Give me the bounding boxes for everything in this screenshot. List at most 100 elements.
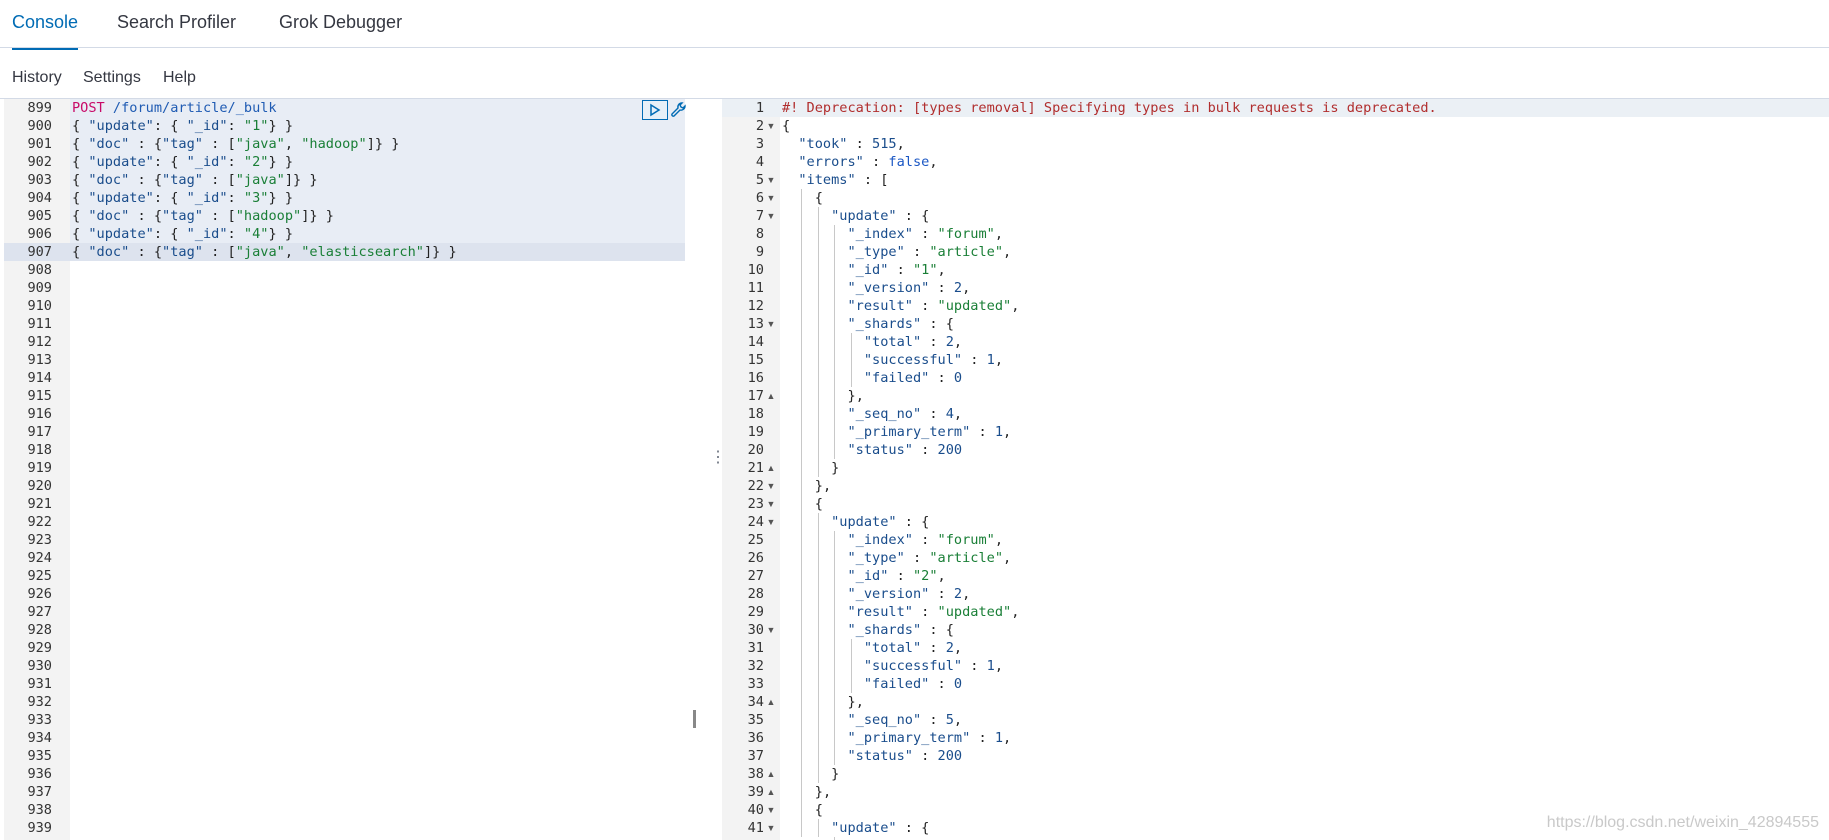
- line-number: 27: [747, 568, 764, 584]
- history-link[interactable]: History: [12, 64, 62, 92]
- response-line: "_id" : "2",: [847, 568, 946, 584]
- run-request-button[interactable]: [642, 100, 668, 120]
- line-number: 912: [27, 334, 52, 350]
- fold-down-icon[interactable]: ▼: [766, 117, 776, 135]
- fold-up-icon[interactable]: ▲: [766, 783, 776, 801]
- line-number: 908: [27, 262, 52, 278]
- fold-up-icon[interactable]: ▲: [766, 387, 776, 405]
- fold-down-icon[interactable]: ▼: [766, 513, 776, 531]
- request-settings-button[interactable]: [668, 100, 690, 122]
- line-number: 917: [27, 424, 52, 440]
- request-scrollbar[interactable]: [693, 710, 696, 728]
- response-line: "_seq_no" : 4,: [847, 406, 963, 422]
- line-number: 7: [755, 208, 764, 224]
- wrench-icon: [671, 102, 686, 117]
- line-number: 40: [747, 802, 764, 818]
- line-number: 8: [755, 226, 764, 242]
- response-line: "_shards" : {: [847, 622, 954, 638]
- fold-down-icon[interactable]: ▼: [766, 315, 776, 333]
- response-line: "successful" : 1,: [863, 352, 1004, 368]
- response-line: "_version" : 2,: [847, 280, 971, 296]
- request-body-line: { "doc" : {"tag" : ["java", "hadoop"]} }: [72, 136, 400, 152]
- line-number: 923: [27, 532, 52, 548]
- line-number: 932: [27, 694, 52, 710]
- line-number: 33: [747, 676, 764, 692]
- fold-down-icon[interactable]: ▼: [766, 801, 776, 819]
- line-number: 23: [747, 496, 764, 512]
- line-number: 928: [27, 622, 52, 638]
- fold-down-icon[interactable]: ▼: [766, 171, 776, 189]
- line-number: 899: [27, 100, 52, 116]
- line-number: 15: [747, 352, 764, 368]
- response-line: "update" : {: [831, 820, 930, 836]
- fold-down-icon[interactable]: ▼: [766, 207, 776, 225]
- line-number: 924: [27, 550, 52, 566]
- response-line: },: [847, 388, 864, 404]
- response-line: "_index" : "forum",: [847, 532, 1004, 548]
- request-body-line: { "update": { "_id": "2"} }: [72, 154, 294, 170]
- response-line: "update" : {: [831, 514, 930, 530]
- fold-down-icon[interactable]: ▼: [766, 477, 776, 495]
- line-number: 909: [27, 280, 52, 296]
- response-line: "_seq_no" : 5,: [847, 712, 963, 728]
- line-number: 920: [27, 478, 52, 494]
- line-number: 6: [755, 190, 764, 206]
- response-line: {: [814, 190, 823, 206]
- response-line: "successful" : 1,: [863, 658, 1004, 674]
- response-line: "status" : 200: [847, 442, 963, 458]
- line-number: 39: [747, 784, 764, 800]
- request-body-line: { "doc" : {"tag" : ["hadoop"]} }: [72, 208, 334, 224]
- request-line: POST /forum/article/_bulk: [72, 99, 277, 117]
- line-number: 20: [747, 442, 764, 458]
- line-number: 916: [27, 406, 52, 422]
- help-link[interactable]: Help: [163, 64, 196, 92]
- line-number: 929: [27, 640, 52, 656]
- line-number: 36: [747, 730, 764, 746]
- request-path: /forum/article/_bulk: [104, 100, 277, 116]
- fold-up-icon[interactable]: ▲: [766, 765, 776, 783]
- line-number: 34: [747, 694, 764, 710]
- line-number: 934: [27, 730, 52, 746]
- line-number: 28: [747, 586, 764, 602]
- line-number: 2: [755, 118, 764, 134]
- line-number: 911: [27, 316, 52, 332]
- line-number: 921: [27, 496, 52, 512]
- fold-up-icon[interactable]: ▲: [766, 693, 776, 711]
- line-number: 931: [27, 676, 52, 692]
- fold-down-icon[interactable]: ▼: [766, 819, 776, 837]
- line-number: 21: [747, 460, 764, 476]
- response-line: "total" : 2,: [863, 640, 963, 656]
- line-number: 13: [747, 316, 764, 332]
- line-number: 11: [747, 280, 764, 296]
- line-number: 922: [27, 514, 52, 530]
- response-line: #! Deprecation: [types removal] Specifyi…: [782, 100, 1437, 116]
- line-number: 9: [755, 244, 764, 260]
- response-editor[interactable]: 1 2 ▼ 3 4 5 ▼ 6 ▼ 7 ▼ 8 9 10 11 12 13 ▼ 14 15 16 17 ▲ 18 19 20 21 ▲…: [722, 99, 1829, 840]
- line-number: 919: [27, 460, 52, 476]
- settings-link[interactable]: Settings: [83, 64, 141, 92]
- response-line: "took" : 515,: [798, 136, 905, 152]
- fold-up-icon[interactable]: ▲: [766, 459, 776, 477]
- fold-down-icon[interactable]: ▼: [766, 495, 776, 513]
- line-number: 25: [747, 532, 764, 548]
- tab-search-profiler[interactable]: Search Profiler: [117, 0, 236, 48]
- response-line: "_id" : "1",: [847, 262, 946, 278]
- fold-down-icon[interactable]: ▼: [766, 189, 776, 207]
- vertical-dots-icon[interactable]: ⋮: [710, 450, 726, 475]
- response-line: "total" : 2,: [863, 334, 963, 350]
- line-number: 903: [27, 172, 52, 188]
- line-number: 918: [27, 442, 52, 458]
- response-line: "failed" : 0: [863, 370, 963, 386]
- tab-grok-debugger[interactable]: Grok Debugger: [279, 0, 402, 48]
- line-number: 32: [747, 658, 764, 674]
- line-number: 31: [747, 640, 764, 656]
- line-number: 901: [27, 136, 52, 152]
- line-number: 930: [27, 658, 52, 674]
- fold-down-icon[interactable]: ▼: [766, 621, 776, 639]
- line-number: 905: [27, 208, 52, 224]
- line-number: 902: [27, 154, 52, 170]
- request-editor[interactable]: 899 900 901 902 903 904 905 906 907 908 909 910 911 9…: [0, 99, 706, 840]
- request-body-line: { "doc" : {"tag" : ["java"]} }: [72, 172, 318, 188]
- line-number: 18: [747, 406, 764, 422]
- tab-console[interactable]: Console: [12, 0, 79, 50]
